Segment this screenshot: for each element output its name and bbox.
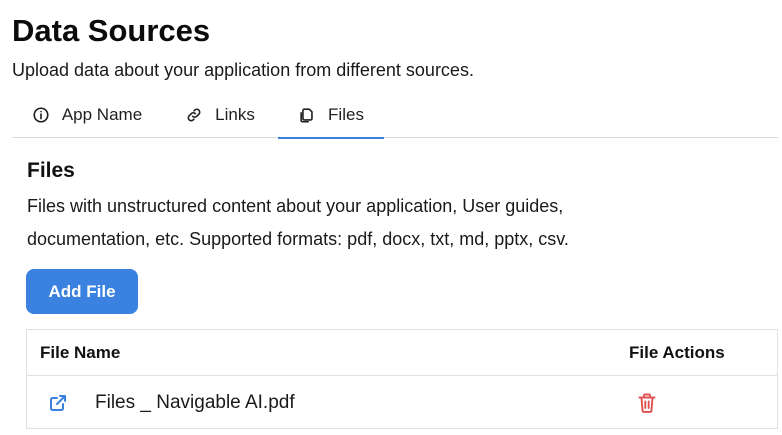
column-header-file-actions: File Actions [629,343,725,362]
tab-files[interactable]: Files [278,92,384,139]
tab-bar: App Name Links Files [12,92,778,139]
tab-links[interactable]: Links [162,92,278,138]
tab-app-name[interactable]: App Name [12,92,162,138]
link-icon [185,106,203,124]
add-file-button[interactable]: Add File [26,269,138,314]
external-link-icon[interactable] [48,393,68,413]
tab-label: App Name [61,105,143,124]
files-icon [298,106,316,124]
files-table: File Name File Actions Files _ Navigable… [26,329,778,429]
page-subtitle: Upload data about your application from … [12,60,474,80]
data-sources-page: Data Sources Upload data about your appl… [0,0,782,435]
files-section-description: Files with unstructured content about yo… [27,196,569,249]
table-row: Files _ Navigable AI.pdf [27,376,777,430]
table-header: File Name File Actions [27,330,777,376]
page-title: Data Sources [12,13,211,48]
tab-label: Links [215,105,255,124]
files-section-title: Files [27,159,75,182]
column-header-file-name: File Name [40,343,121,362]
trash-icon[interactable] [637,392,657,414]
file-name: Files _ Navigable AI.pdf [95,392,295,413]
tab-label: Files [328,105,364,124]
info-icon [32,106,50,124]
